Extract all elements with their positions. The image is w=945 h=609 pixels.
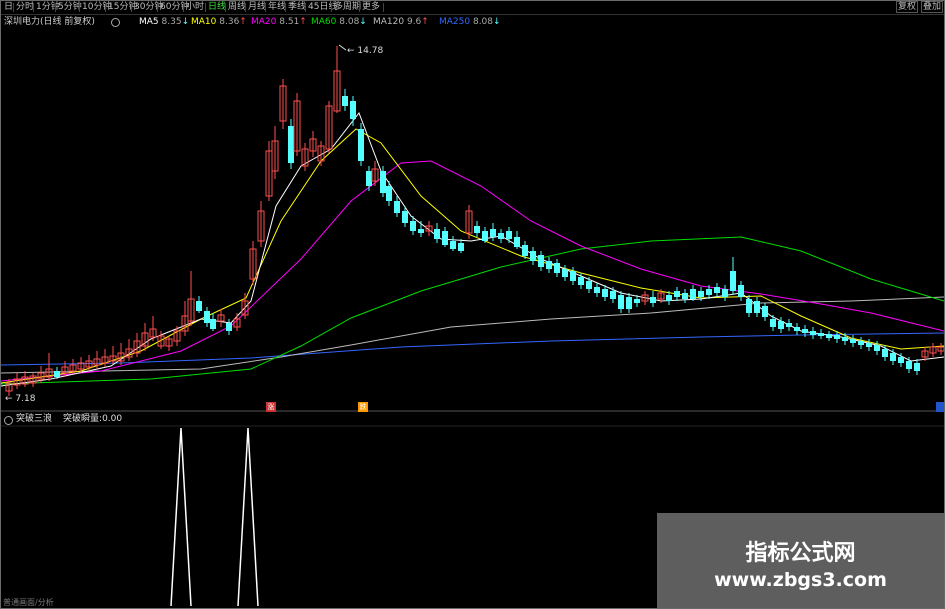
candle-body-down [770,319,776,327]
candle-body-down [410,221,416,231]
candle-body-down [474,226,480,233]
candle-body-down [54,371,60,377]
candle-body-down [890,353,896,361]
candle-body-down [818,333,824,336]
candle-body-down [826,334,832,338]
candle-body-down [358,129,364,161]
indicator-output: 突破瞬量:0.00 [63,414,123,424]
candle-body-down [698,291,704,297]
candle-body-down [366,171,372,186]
limit-up-badge: 涨 [266,402,276,412]
indicator-legend: 突破三浪 突破瞬量:0.00 [1,413,301,426]
candle-body-down [586,281,592,289]
candle-body-down [914,363,920,371]
candle-body-down [578,277,584,285]
candle-body-down [794,327,800,331]
candle-body-down [802,329,808,333]
candle-body-down [618,295,624,309]
indicator-settings-icon[interactable] [4,416,13,425]
candle-body-down [834,335,840,339]
candle-body-down [482,231,488,241]
high-price-pointer [338,44,347,51]
candle-body-down [546,261,552,269]
candle-body-down [666,295,672,301]
candle-body-down [450,241,456,249]
bottom-status-label: 普通画面/分析 [3,598,54,607]
candle-body-down [434,229,440,239]
candle-body-down [226,323,232,331]
candle-body-down [810,331,816,335]
candle-body-down [626,297,632,309]
candle-body-down [602,289,608,297]
candle-body-down [514,237,520,247]
candle-body-down [690,289,696,299]
candle-body-down [204,311,210,323]
candle-body-down [554,263,560,273]
candle-body-down [634,299,640,303]
candle-body-down [210,319,216,329]
candle-body-down [380,171,386,193]
candle-body-down [754,301,760,313]
candle-body-down [714,287,720,293]
candle-body-down [196,301,202,311]
candle-body-down [386,186,392,201]
candle-body-down [562,269,568,277]
indicator-output-label: 突破瞬量 [63,414,100,424]
watermark-banner: 指标公式网 www.zbgs3.com [657,513,944,608]
candle-body-down [898,357,904,363]
candle-body-down [570,271,576,281]
candle-body-down [730,271,736,291]
candle-body-down [498,233,504,239]
candle-body-down [350,101,356,119]
ma-line-ma20 [1,160,944,382]
candle-body-down [490,229,496,237]
scroll-marker[interactable] [936,402,944,412]
candle-body-down [594,287,600,293]
candle-body-down [706,289,712,295]
candle-body-down [722,289,728,297]
candle-body-down [418,229,424,233]
high-price-label: ← 14.78 [347,46,383,56]
limit-down-badge: 跌 [358,402,368,412]
watermark-url: www.zbgs3.com [714,569,887,591]
indicator-name: 突破三浪 [16,414,53,424]
candle-body-down [866,343,872,347]
candle-body-down [342,96,348,106]
candle-body-down [674,291,680,297]
candle-body-down [394,201,400,213]
candle-body-down [530,251,536,261]
low-price-label: ← 7.18 [5,394,36,404]
candle-body-down [874,345,880,351]
candle-body-down [850,339,856,343]
candle-body-down [506,231,512,239]
candle-body-down [786,323,792,327]
candle-body-down [402,211,408,223]
candle-body-down [522,245,528,256]
candle-body-down [906,361,912,369]
candle-body-down [650,297,656,303]
candle-body-down [858,341,864,345]
candle-body-down [746,299,752,313]
indicator-spike-1 [237,427,259,607]
indicator-output-value: 0.00 [102,414,123,424]
candle-body-down [682,293,688,299]
candle-body-down [538,255,544,267]
candle-body-down [288,126,294,163]
candle-body-down [610,291,616,299]
candle-body-down [458,243,464,251]
candle-body-down [762,306,768,317]
candle-body-down [842,337,848,341]
candle-body-down [882,349,888,357]
chart-window: 日分时 1分钟 5分钟 10分钟 15分钟 30分钟 60分钟 小时 日线 周线 月线 年线 季线 45日… [0,0,945,609]
candle-body-down [442,231,448,245]
candle-body-down [738,285,744,297]
candle-body-down [778,321,784,329]
watermark-title: 指标公式网 [745,541,856,566]
indicator-spike-0 [170,427,192,607]
